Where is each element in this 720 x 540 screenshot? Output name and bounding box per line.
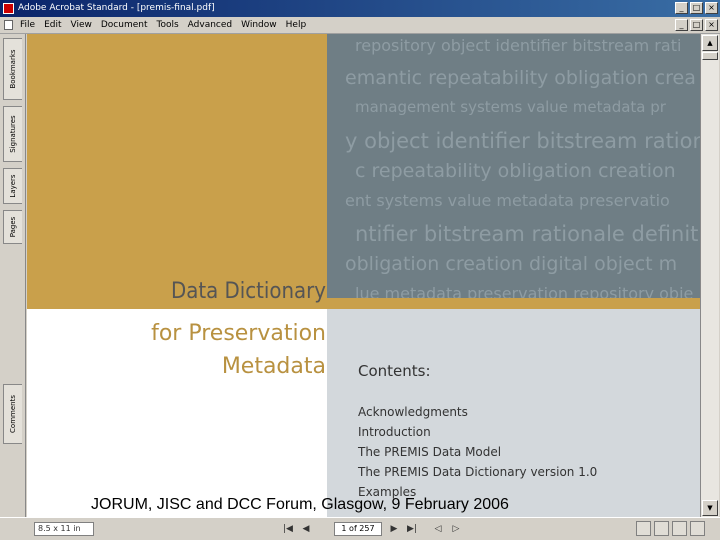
tab-bookmarks[interactable]: Bookmarks: [3, 38, 22, 100]
first-page-button[interactable]: |◀: [280, 521, 296, 537]
menu-item-file[interactable]: File: [20, 17, 35, 33]
page-number-field[interactable]: 1 of 257: [334, 522, 382, 536]
doc-close-button[interactable]: ×: [705, 19, 718, 31]
tab-label: Pages: [9, 216, 17, 238]
tab-layers[interactable]: Layers: [3, 168, 22, 204]
menu-item-window[interactable]: Window: [241, 17, 277, 33]
cover-subtitle-line1: for Preservation: [151, 321, 326, 346]
menu-item-edit[interactable]: Edit: [44, 17, 61, 33]
continuous-facing-view-button[interactable]: [690, 521, 705, 536]
facing-view-button[interactable]: [672, 521, 687, 536]
word-cloud-line: c repeatability obligation creation: [355, 160, 676, 182]
menu-item-tools[interactable]: Tools: [157, 17, 179, 33]
pdf-page: repository object identifier bitstream r…: [27, 34, 700, 517]
document-icon[interactable]: [4, 20, 13, 30]
minimize-button[interactable]: _: [675, 2, 688, 14]
window-titlebar: Adobe Acrobat Standard - [premis-final.p…: [0, 0, 720, 17]
scroll-thumb[interactable]: [702, 52, 718, 60]
word-cloud-line: y object identifier bitstream rationale: [345, 129, 700, 153]
page-size-field: 8.5 x 11 in: [34, 522, 94, 536]
cover-title: Data Dictionary: [170, 279, 326, 304]
word-cloud-line: repository object identifier bitstream r…: [355, 36, 682, 55]
tab-label: Layers: [9, 174, 17, 198]
contents-item: Acknowledgments: [358, 405, 468, 419]
menu-item-advanced[interactable]: Advanced: [188, 17, 232, 33]
slide-footer: JORUM, JISC and DCC Forum, Glasgow, 9 Fe…: [91, 496, 509, 513]
tab-label: Bookmarks: [9, 49, 17, 89]
menu-bar: File Edit View Document Tools Advanced Window H…: [0, 17, 720, 34]
doc-restore-button[interactable]: □: [690, 19, 703, 31]
status-bar: 8.5 x 11 in |◀ ◀ 1 of 257 ▶ ▶| ◁ ▷: [0, 517, 720, 540]
contents-item: Introduction: [358, 425, 431, 439]
menu-item-view[interactable]: View: [71, 17, 92, 33]
contents-item: The PREMIS Data Model: [358, 445, 502, 459]
tab-pages[interactable]: Pages: [3, 210, 22, 244]
single-page-view-button[interactable]: [636, 521, 651, 536]
menu-item-help[interactable]: Help: [286, 17, 307, 33]
cover-gold-strip: [327, 298, 700, 309]
tab-label: Comments: [9, 395, 17, 433]
word-cloud-line: management systems value metadata pr: [355, 98, 666, 116]
cover-word-cloud: repository object identifier bitstream r…: [327, 34, 700, 309]
maximize-button[interactable]: □: [690, 2, 703, 14]
word-cloud-line: obligation creation digital object m: [345, 253, 678, 275]
document-view[interactable]: repository object identifier bitstream r…: [27, 34, 700, 517]
document-window-controls: _ □ ×: [675, 19, 718, 31]
next-page-button[interactable]: ▶: [386, 521, 402, 537]
contents-item: The PREMIS Data Dictionary version 1.0: [358, 465, 598, 479]
go-back-button[interactable]: ◁: [430, 521, 446, 537]
contents-heading: Contents:: [358, 362, 431, 380]
menu-items: File Edit View Document Tools Advanced Window H…: [20, 17, 306, 33]
go-forward-button[interactable]: ▷: [448, 521, 464, 537]
navigation-pane: Bookmarks Signatures Layers Pages Commen…: [0, 34, 26, 517]
word-cloud-line: ntifier bitstream rationale definition s…: [355, 222, 700, 246]
tab-signatures[interactable]: Signatures: [3, 106, 22, 162]
doc-minimize-button[interactable]: _: [675, 19, 688, 31]
last-page-button[interactable]: ▶|: [404, 521, 420, 537]
acrobat-app-icon: [3, 3, 14, 14]
menu-item-document[interactable]: Document: [101, 17, 148, 33]
contents-list: Acknowledgments Introduction The PREMIS Da…: [358, 402, 597, 502]
window-controls: _ □ ×: [675, 2, 718, 14]
scroll-down-button[interactable]: ▼: [702, 500, 718, 516]
tab-comments[interactable]: Comments: [3, 384, 22, 444]
continuous-view-button[interactable]: [654, 521, 669, 536]
window-title: Adobe Acrobat Standard - [premis-final.p…: [18, 3, 215, 13]
close-button[interactable]: ×: [705, 2, 718, 14]
tab-label: Signatures: [9, 115, 17, 153]
cover-subtitle-line2: Metadata: [221, 354, 326, 379]
vertical-scrollbar[interactable]: ▲ ▼: [700, 34, 719, 517]
previous-page-button[interactable]: ◀: [298, 521, 314, 537]
cover-gold-block: [27, 34, 327, 309]
word-cloud-line: emantic repeatability obligation crea: [345, 67, 696, 89]
scroll-up-button[interactable]: ▲: [702, 35, 718, 51]
word-cloud-line: ent systems value metadata preservatio: [345, 191, 670, 210]
